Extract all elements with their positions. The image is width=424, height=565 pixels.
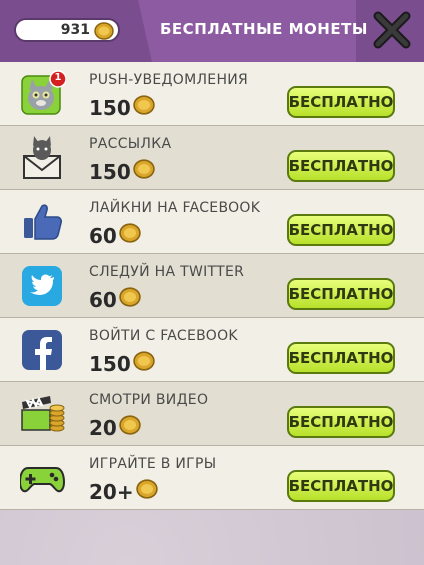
offer-title: ЛАЙКНИ НА FACEBOOK — [89, 200, 261, 216]
offer-amount-value: 150 — [89, 95, 131, 120]
offer-row-push: 1 PUSH-УВЕДОМЛЕНИЯ 150 БЕСПЛАТНО — [0, 62, 424, 126]
page-title: БЕСПЛАТНЫЕ МОНЕТЫ — [160, 20, 368, 38]
offer-amount-value: 150 — [89, 351, 131, 376]
offer-title: ВОЙТИ С FACEBOOK — [89, 328, 238, 344]
offer-amount: 150 — [89, 158, 155, 185]
offer-amount: 60 — [89, 286, 141, 313]
coin-icon — [133, 350, 155, 377]
free-button[interactable]: БЕСПЛАТНО — [287, 150, 395, 182]
offer-amount: 20+ — [89, 478, 158, 505]
video-clapper-icon — [20, 390, 66, 436]
offer-amount-value: 20 — [89, 415, 117, 440]
offer-title: РАССЫЛКА — [89, 136, 172, 152]
offer-title: PUSH-УВЕДОМЛЕНИЯ — [89, 72, 249, 88]
coin-icon — [133, 158, 155, 185]
offer-row-facebook-like: ЛАЙКНИ НА FACEBOOK 60 БЕСПЛАТНО — [0, 190, 424, 254]
coin-balance: 931 — [14, 18, 120, 42]
envelope-icon — [20, 134, 66, 180]
coin-icon — [133, 94, 155, 121]
free-button[interactable]: БЕСПЛАТНО — [287, 470, 395, 502]
offer-amount-value: 60 — [89, 287, 117, 312]
offer-amount-value: 20+ — [89, 479, 134, 504]
free-button[interactable]: БЕСПЛАТНО — [287, 278, 395, 310]
offer-row-games: ИГРАЙТЕ В ИГРЫ 20+ БЕСПЛАТНО — [0, 446, 424, 510]
offer-amount: 150 — [89, 94, 155, 121]
offer-amount-value: 60 — [89, 223, 117, 248]
coin-icon — [135, 478, 158, 505]
offer-amount: 150 — [89, 350, 155, 377]
offer-row-facebook-login: ВОЙТИ С FACEBOOK 150 БЕСПЛАТНО — [0, 318, 424, 382]
thumbs-up-icon — [20, 198, 66, 244]
offer-title: СЛЕДУЙ НА TWITTER — [89, 264, 245, 280]
talking-tom-icon: 1 — [20, 70, 67, 116]
free-button[interactable]: БЕСПЛАТНО — [287, 214, 395, 246]
close-button[interactable] — [370, 8, 414, 52]
offer-row-newsletter: РАССЫЛКА 150 БЕСПЛАТНО — [0, 126, 424, 190]
offer-row-video: СМОТРИ ВИДЕО 20 БЕСПЛАТНО — [0, 382, 424, 446]
notification-badge: 1 — [54, 72, 62, 83]
coin-icon — [119, 414, 141, 441]
coin-icon — [94, 21, 114, 45]
offer-title: СМОТРИ ВИДЕО — [89, 392, 209, 408]
free-button[interactable]: БЕСПЛАТНО — [287, 406, 395, 438]
gamepad-icon — [18, 454, 66, 500]
free-button[interactable]: БЕСПЛАТНО — [287, 86, 395, 118]
offer-title: ИГРАЙТЕ В ИГРЫ — [89, 456, 217, 472]
offer-amount-value: 150 — [89, 159, 131, 184]
close-icon — [373, 11, 411, 49]
free-button[interactable]: БЕСПЛАТНО — [287, 342, 395, 374]
facebook-icon — [20, 326, 66, 372]
coin-icon — [119, 286, 141, 313]
header-bar: 931 БЕСПЛАТНЫЕ МОНЕТЫ — [0, 0, 424, 62]
coin-balance-value: 931 — [60, 22, 90, 38]
offer-amount: 60 — [89, 222, 141, 249]
coin-icon — [119, 222, 141, 249]
offer-row-twitter: СЛЕДУЙ НА TWITTER 60 БЕСПЛАТНО — [0, 254, 424, 318]
offer-amount: 20 — [89, 414, 141, 441]
twitter-icon — [20, 262, 66, 308]
